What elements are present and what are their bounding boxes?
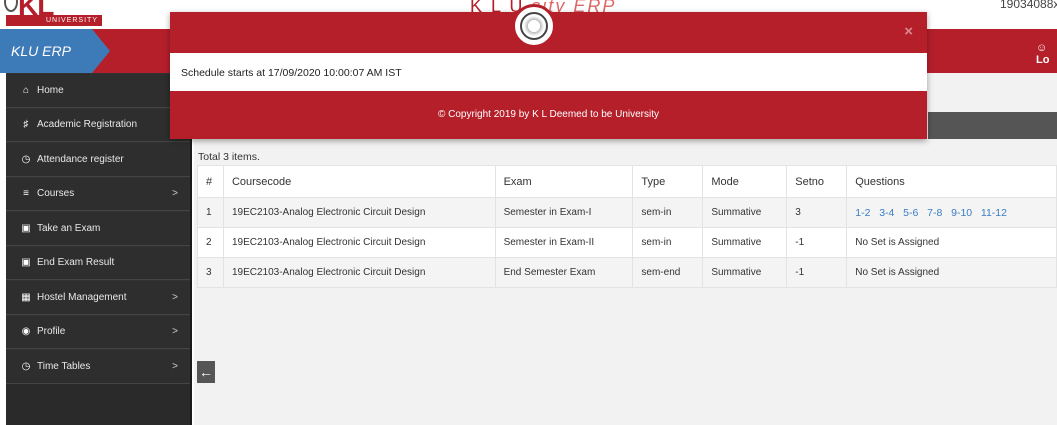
coursecode-cell: 19EC2103-Analog Electronic Circuit Desig… [222,197,496,228]
questions-cell: No Set is Assigned [846,257,1057,288]
lock-icon: ▣ [21,222,31,234]
modal-header: × [170,4,927,53]
sidebar-item-label: End Exam Result [37,257,115,269]
question-set-link[interactable]: 11-12 [981,207,1007,219]
question-set-link[interactable]: 5-6 [903,207,918,219]
table-row: 3 19EC2103-Analog Electronic Circuit Des… [197,257,1057,288]
sidebar-collapse-button[interactable]: ← [197,361,215,383]
questions-cell: No Set is Assigned [846,227,1057,258]
home-icon: ⌂ [22,84,30,96]
sidebar-item-hostel-management[interactable]: ▦ Hostel Management > [6,280,190,315]
logo-emblem [4,0,18,12]
column-header[interactable]: Questions [846,165,1057,198]
question-set-link[interactable]: 3-4 [879,207,894,219]
sidebar-item-label: Academic Registration [37,119,138,131]
column-header[interactable]: Coursecode [222,165,496,198]
modal-message: Schedule starts at 17/09/2020 10:00:07 A… [170,53,927,91]
table-header-row: # Coursecode Exam Type Mode Setno Questi… [197,165,1057,198]
column-header[interactable]: Exam [494,165,634,198]
chevron-right-icon: > [172,326,178,338]
sidebar-item-end-exam-result[interactable]: ▣ End Exam Result [6,245,190,280]
list-icon: ≡ [23,188,29,200]
question-set-link[interactable]: 9-10 [951,207,972,219]
user-icon: ◉ [21,326,31,338]
modal-footer-copyright: © Copyright 2019 by K L Deemed to be Uni… [170,91,927,139]
sidebar-item-label: Take an Exam [37,222,101,234]
users-icon: ☺ [1036,42,1048,54]
institution-icon: ♯ [23,119,29,131]
chevron-right-icon: > [172,291,178,303]
setno-cell: 3 [786,197,848,228]
sidebar-item-label: Profile [37,326,66,338]
sidebar-item-label: Courses [37,188,75,200]
chevron-right-icon: > [172,360,178,372]
total-items-summary: Total 3 items. [198,151,260,163]
sidebar-item-label: Attendance register [37,153,124,165]
coursecode-cell: 19EC2103-Analog Electronic Circuit Desig… [222,227,496,258]
exam-cell: Semester in Exam-I [494,197,634,228]
logo-university-text: UNIVERSITY [6,15,102,26]
question-set-link[interactable]: 1-2 [855,207,870,219]
questions-cell: 1-2 3-4 5-6 7-8 9-10 11-12 [846,197,1057,228]
sidebar-item-label: Time Tables [37,360,91,372]
type-cell: sem-in [632,197,704,228]
type-cell: sem-end [632,257,704,288]
row-number: 1 [197,197,224,228]
app-brand-tag[interactable]: KLU ERP [0,29,110,73]
sidebar-item-time-tables[interactable]: ◷ Time Tables > [6,349,190,384]
schedule-modal: × Schedule starts at 17/09/2020 10:00:07… [170,4,927,139]
clock-icon: ◷ [21,153,31,165]
sidebar-nav: ⌂ Home ♯ Academic Registration ◷ Attenda… [6,73,192,425]
mode-cell: Summative [702,227,788,258]
chevron-right-icon: > [172,188,178,200]
logout-label: Lo [1036,54,1050,66]
sidebar-item-attendance-register[interactable]: ◷ Attendance register [6,142,190,177]
row-number: 3 [197,257,224,288]
coursecode-cell: 19EC2103-Analog Electronic Circuit Desig… [222,257,496,288]
breadcrumb-bar [928,112,1057,139]
close-icon[interactable]: × [904,23,913,40]
mode-cell: Summative [702,197,788,228]
clock-icon: ◷ [21,360,31,372]
logout-link[interactable]: ☺ Lo [1036,42,1057,66]
lock-icon: ▣ [21,257,31,269]
university-seal-icon [512,4,556,48]
setno-cell: -1 [786,257,848,288]
column-header[interactable]: Setno [786,165,848,198]
table-row: 1 19EC2103-Analog Electronic Circuit Des… [197,197,1057,228]
building-icon: ▦ [21,291,31,303]
mode-cell: Summative [702,257,788,288]
exam-table: # Coursecode Exam Type Mode Setno Questi… [197,165,1057,288]
sidebar-item-label: Home [37,84,64,96]
row-number: 2 [197,227,224,258]
sidebar-item-courses[interactable]: ≡ Courses > [6,176,190,211]
exam-cell: End Semester Exam [494,257,634,288]
sidebar-item-profile[interactable]: ◉ Profile > [6,314,190,349]
setno-cell: -1 [786,227,848,258]
sidebar-item-academic-registration[interactable]: ♯ Academic Registration [6,107,190,142]
sidebar-item-label: Hostel Management [37,291,127,303]
exam-cell: Semester in Exam-II [494,227,634,258]
table-row: 2 19EC2103-Analog Electronic Circuit Des… [197,227,1057,258]
sidebar-item-take-an-exam[interactable]: ▣ Take an Exam [6,211,190,246]
question-set-link[interactable]: 7-8 [927,207,942,219]
column-header[interactable]: Mode [702,165,788,198]
column-header[interactable]: # [197,165,224,198]
user-id-text: 19034088x [1000,0,1057,11]
type-cell: sem-in [632,227,704,258]
column-header[interactable]: Type [632,165,704,198]
sidebar-item-home[interactable]: ⌂ Home [6,73,190,108]
arrow-left-icon: ← [199,364,213,380]
